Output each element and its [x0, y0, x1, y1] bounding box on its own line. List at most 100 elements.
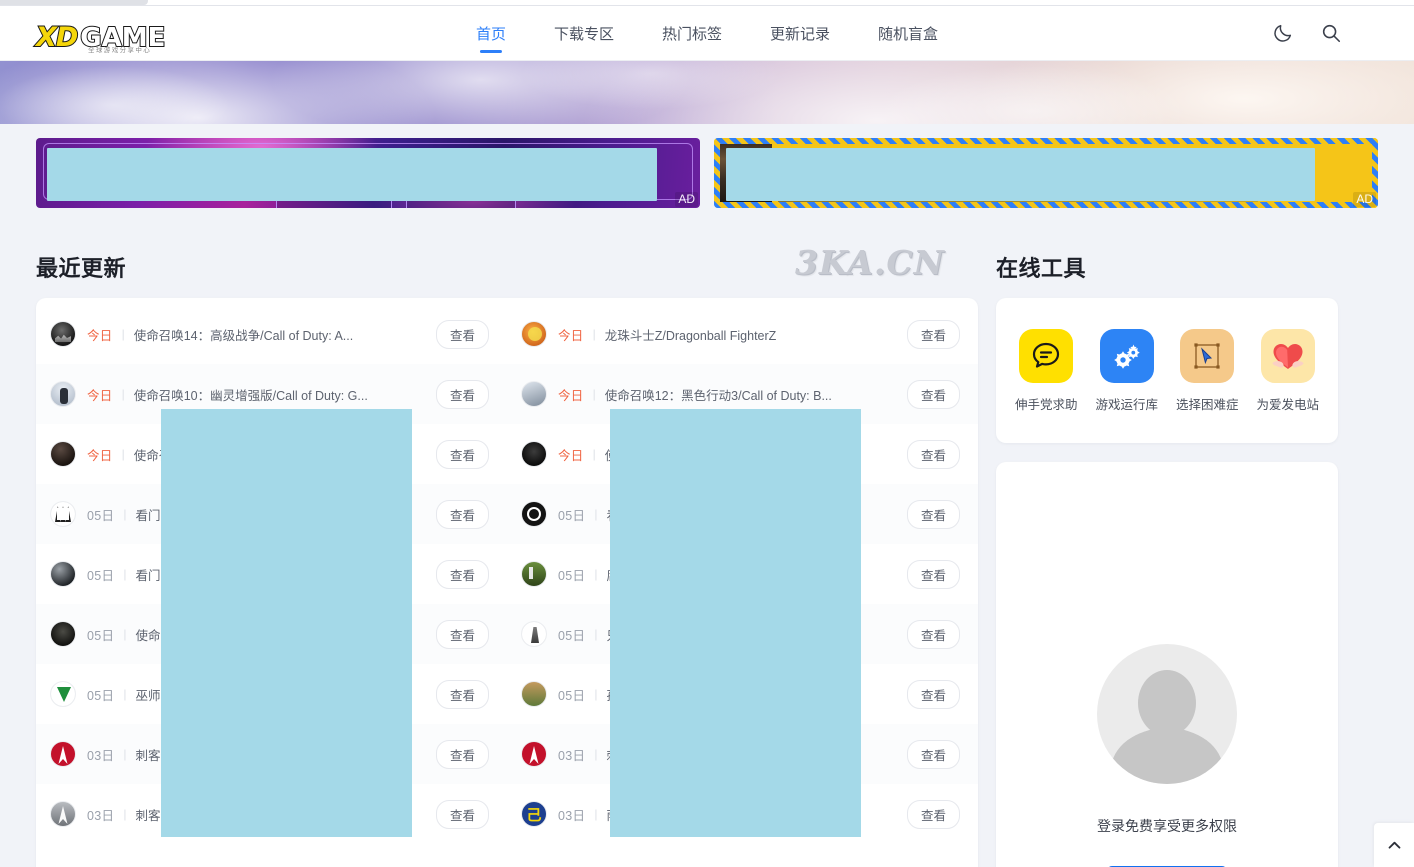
update-title[interactable]: 腐烂国度2：主宰版/State of Decay 2	[606, 565, 897, 584]
tool-item-runtime-library[interactable]: 游戏运行库	[1089, 328, 1165, 413]
update-row[interactable]: 03日 | 刺客信条：英灵殿/Assassin's Creed: Val... 查看	[36, 724, 507, 784]
update-title[interactable]: 刺客信条：英灵殿/Assassin's Creed: Val...	[135, 745, 426, 764]
update-title[interactable]: 使命召唤：黑色行动冷战/Call of Duty: B...	[134, 445, 426, 464]
ad-banner-right[interactable]: AD	[714, 138, 1378, 208]
site-logo[interactable]: XD GAME 全球游戏分享中心	[35, 15, 166, 54]
update-title[interactable]: 看门狗2/Watch Dogs 2	[135, 505, 426, 524]
view-button[interactable]: 查看	[906, 379, 960, 409]
update-row[interactable]: 03日 | 雨中冒险2/Risk of Rain 2 查看	[507, 784, 978, 844]
view-button[interactable]: 查看	[435, 319, 489, 349]
update-row[interactable]: 05日 | 巫师3：狂猎/The Witcher 3: Wild Hunt 查看	[36, 664, 507, 724]
view-button[interactable]: 查看	[906, 559, 960, 589]
update-row[interactable]: 今日 | 使命召唤：黑色行动冷战/Call of Duty: B... 查看	[36, 424, 507, 484]
logo-xd-text: XD	[35, 22, 79, 53]
update-date: 05日	[558, 688, 586, 703]
nav-item-random[interactable]: 随机盲盒	[854, 6, 962, 61]
site-watermark: 3KA.CN	[795, 243, 945, 282]
update-title[interactable]: 雨中冒险2/Risk of Rain 2	[606, 805, 897, 824]
update-title[interactable]: 只狼：影逝二度/Sekiro: Shadows Die Twice	[606, 625, 897, 644]
ad-badge: AD	[675, 192, 698, 207]
hero-banner	[0, 61, 1414, 124]
update-row[interactable]: 05日 | 看门狗2/Watch Dogs 2 查看	[36, 484, 507, 544]
tool-label: 为爱发电站	[1256, 397, 1319, 412]
login-prompt: 登录免费享受更多权限	[1097, 818, 1237, 834]
view-button[interactable]: 查看	[435, 619, 489, 649]
update-title[interactable]: 看门狗：军团/Watch Dogs: Legion	[135, 565, 426, 584]
row-separator: |	[123, 627, 127, 641]
update-row[interactable]: 今日 | 龙珠斗士Z/Dragonball FighterZ 查看	[507, 304, 978, 364]
view-button[interactable]: 查看	[435, 499, 489, 529]
search-icon[interactable]	[1320, 22, 1342, 44]
view-button[interactable]: 查看	[435, 559, 489, 589]
update-row[interactable]: 03日 | 刺客信条幻景中文版/幻影刺客/Assassin's Cr... 查看	[36, 784, 507, 844]
game-avatar	[521, 441, 547, 467]
game-avatar	[50, 561, 76, 587]
back-to-top-button[interactable]	[1374, 823, 1414, 867]
online-tools-title: 在线工具	[996, 256, 1087, 281]
game-avatar	[521, 621, 547, 647]
nav-item-download[interactable]: 下载专区	[530, 6, 638, 61]
update-title[interactable]: 使命召唤16：现代战争/Call of Duty: M...	[135, 625, 426, 644]
view-button[interactable]: 查看	[435, 679, 489, 709]
update-row[interactable]: 今日 | 使命召唤10：幽灵增强版/Call of Duty: G... 查看	[36, 364, 507, 424]
update-title[interactable]: 看门狗/Watch Dogs	[606, 505, 897, 524]
nav-item-tags[interactable]: 热门标签	[638, 6, 746, 61]
update-date: 03日	[558, 748, 586, 763]
dark-mode-icon[interactable]	[1272, 22, 1294, 44]
tool-item-choose-helper[interactable]: 选择困难症	[1169, 328, 1245, 413]
row-separator: |	[592, 447, 596, 461]
update-row[interactable]: 今日 | 使命召唤：战区/Call of Duty: Warzone 查看	[507, 424, 978, 484]
nav-item-home[interactable]: 首页	[452, 6, 530, 61]
game-avatar	[50, 501, 76, 527]
page-root: XD GAME 全球游戏分享中心 首页 下载专区 热门标签 更新记录 随机盲盒	[0, 0, 1414, 867]
ad-banner-left[interactable]: AD	[36, 138, 700, 208]
view-button[interactable]: 查看	[906, 739, 960, 769]
update-row[interactable]: 05日 | 使命召唤16：现代战争/Call of Duty: M... 查看	[36, 604, 507, 664]
game-avatar	[521, 501, 547, 527]
update-title[interactable]: 使命召唤14：高级战争/Call of Duty: A...	[134, 325, 426, 344]
update-title[interactable]: 孤岛惊魂6/Far Cry 6	[606, 685, 897, 704]
update-row[interactable]: 03日 | 刺客信条：奥德赛/Assassin's Creed: Ody... 查看	[507, 724, 978, 784]
update-title[interactable]: 使命召唤12：黑色行动3/Call of Duty: B...	[605, 385, 897, 404]
update-title[interactable]: 使命召唤：战区/Call of Duty: Warzone	[605, 445, 897, 464]
view-button[interactable]: 查看	[906, 799, 960, 829]
view-button[interactable]: 查看	[906, 679, 960, 709]
view-button[interactable]: 查看	[906, 319, 960, 349]
update-row[interactable]: 05日 | 腐烂国度2：主宰版/State of Decay 2 查看	[507, 544, 978, 604]
view-button[interactable]: 查看	[435, 739, 489, 769]
update-row[interactable]: 05日 | 孤岛惊魂6/Far Cry 6 查看	[507, 664, 978, 724]
ad-left-decor-1	[276, 195, 392, 208]
update-title[interactable]: 刺客信条：奥德赛/Assassin's Creed: Ody...	[606, 745, 897, 764]
game-avatar	[50, 441, 76, 467]
game-avatar	[50, 741, 76, 767]
update-row[interactable]: 今日 | 使命召唤14：高级战争/Call of Duty: A... 查看	[36, 304, 507, 364]
update-date: 05日	[558, 508, 586, 523]
game-avatar	[521, 381, 547, 407]
view-button[interactable]: 查看	[906, 499, 960, 529]
tool-item-donate[interactable]: 为爱发电站	[1250, 328, 1326, 413]
row-separator: |	[592, 387, 596, 401]
update-title[interactable]: 使命召唤10：幽灵增强版/Call of Duty: G...	[134, 385, 426, 404]
chat-help-icon	[1019, 328, 1074, 383]
update-date: 今日	[87, 388, 113, 403]
game-avatar	[521, 561, 547, 587]
update-date: 05日	[87, 508, 115, 523]
update-row[interactable]: 05日 | 看门狗/Watch Dogs 查看	[507, 484, 978, 544]
update-row[interactable]: 今日 | 使命召唤12：黑色行动3/Call of Duty: B... 查看	[507, 364, 978, 424]
tool-item-help[interactable]: 伸手党求助	[1008, 328, 1084, 413]
row-separator: |	[594, 627, 598, 641]
update-row[interactable]: 05日 | 看门狗：军团/Watch Dogs: Legion 查看	[36, 544, 507, 604]
view-button[interactable]: 查看	[906, 619, 960, 649]
browser-tab[interactable]	[0, 0, 148, 5]
view-button[interactable]: 查看	[435, 799, 489, 829]
view-button[interactable]: 查看	[435, 379, 489, 409]
update-date: 03日	[558, 808, 586, 823]
view-button[interactable]: 查看	[435, 439, 489, 469]
update-title[interactable]: 巫师3：狂猎/The Witcher 3: Wild Hunt	[135, 685, 426, 704]
nav-item-updates[interactable]: 更新记录	[746, 6, 854, 61]
view-button[interactable]: 查看	[906, 439, 960, 469]
update-title[interactable]: 龙珠斗士Z/Dragonball FighterZ	[605, 325, 897, 344]
update-row[interactable]: 05日 | 只狼：影逝二度/Sekiro: Shadows Die Twice 查看	[507, 604, 978, 664]
update-title[interactable]: 刺客信条幻景中文版/幻影刺客/Assassin's Cr...	[135, 805, 426, 824]
row-separator: |	[121, 447, 125, 461]
